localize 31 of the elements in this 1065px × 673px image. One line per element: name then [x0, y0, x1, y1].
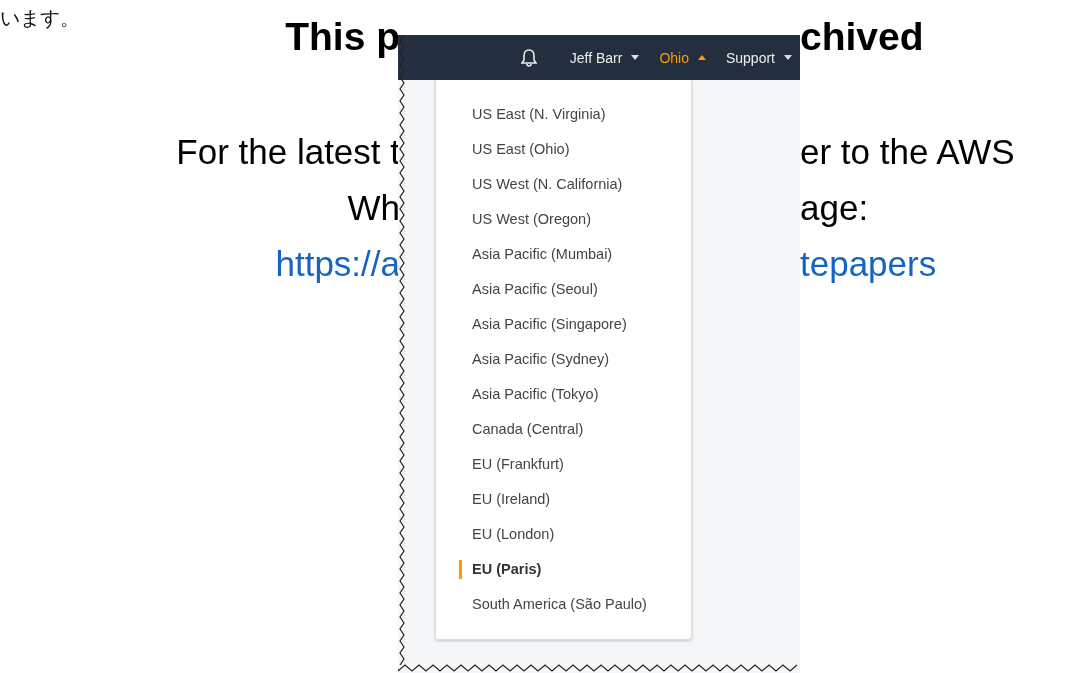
region-item[interactable]: US East (N. Virginia)	[436, 97, 691, 132]
link-fragment[interactable]: https://a	[275, 244, 400, 284]
text-fragment: Wh	[347, 188, 400, 228]
selection-bar	[459, 560, 462, 579]
region-item[interactable]: Canada (Central)	[436, 412, 691, 447]
text-fragment: er to the AWS	[800, 132, 1015, 172]
region-item[interactable]: Asia Pacific (Tokyo)	[436, 377, 691, 412]
region-item[interactable]: EU (London)	[436, 517, 691, 552]
link-fragment[interactable]: tepapers	[800, 244, 937, 284]
nav-menu[interactable]: Ohio	[659, 49, 706, 66]
text-fragment: age:	[800, 188, 869, 228]
region-item[interactable]: US West (N. California)	[436, 167, 691, 202]
nav-menu[interactable]: Jeff Barr	[569, 49, 640, 66]
region-item[interactable]: US West (Oregon)	[436, 202, 691, 237]
region-item[interactable]: US East (Ohio)	[436, 132, 691, 167]
bell-icon[interactable]	[519, 47, 538, 68]
caret-icon	[631, 55, 640, 60]
nav-menu[interactable]: Support	[725, 49, 792, 66]
caret-icon	[697, 55, 706, 60]
banner-fragment: chived	[800, 14, 924, 60]
region-item[interactable]: EU (Ireland)	[436, 482, 691, 517]
region-item[interactable]: Asia Pacific (Seoul)	[436, 272, 691, 307]
region-item[interactable]: Asia Pacific (Singapore)	[436, 307, 691, 342]
region-item[interactable]: Asia Pacific (Sydney)	[436, 342, 691, 377]
banner-fragment: This p	[285, 14, 400, 60]
region-item[interactable]: Asia Pacific (Mumbai)	[436, 237, 691, 272]
region-item[interactable]: South America (São Paulo)	[436, 587, 691, 622]
text-fragment: います。	[0, 5, 80, 32]
region-item[interactable]: EU (Paris)	[436, 552, 691, 587]
region-item[interactable]: EU (Frankfurt)	[436, 447, 691, 482]
caret-icon	[784, 55, 792, 60]
